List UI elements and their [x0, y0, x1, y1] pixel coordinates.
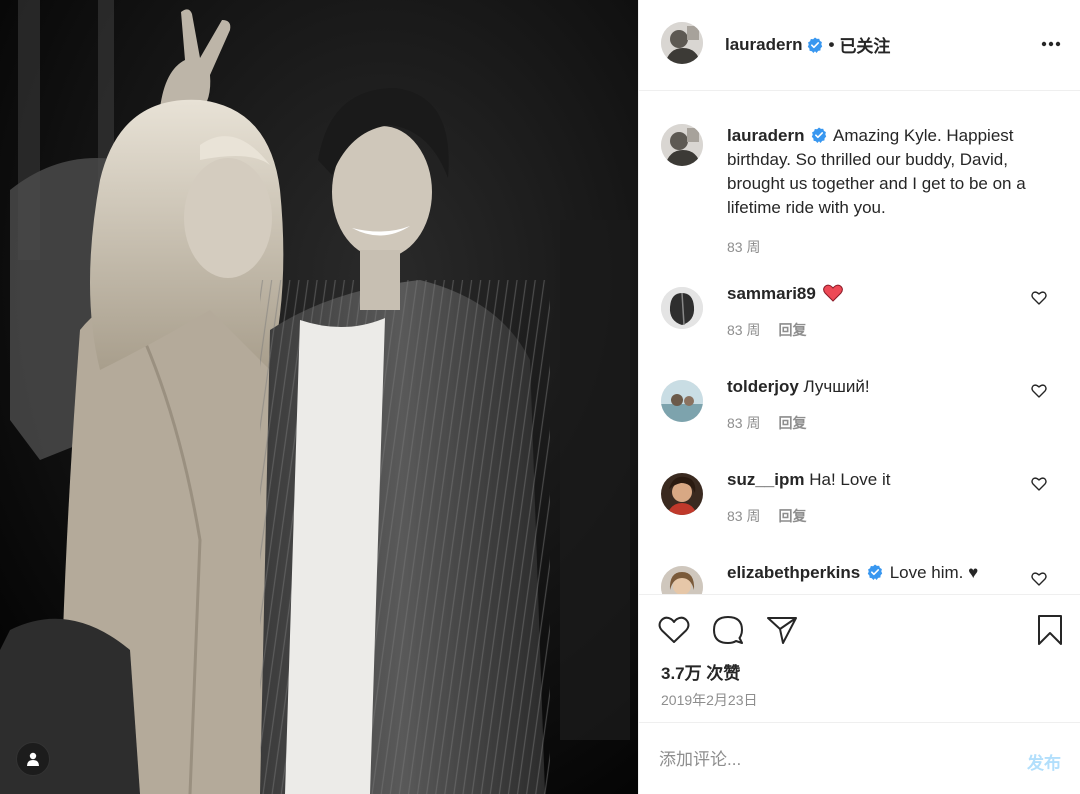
comment-item: suz__ipm Ha! Love it 83 周 回复 — [639, 468, 1080, 558]
avatar[interactable] — [661, 473, 703, 515]
comment-item: sammari89 83 周 回复 — [639, 282, 1080, 372]
following-button[interactable]: 已关注 — [839, 32, 890, 57]
comment-text: Ha! Love it — [809, 470, 891, 489]
likes-count[interactable]: 3.7万 次赞 — [661, 659, 740, 684]
comment-time[interactable]: 83 周 — [727, 320, 760, 340]
post-comment-button[interactable]: 发布 — [1027, 749, 1061, 774]
avatar-image — [661, 566, 703, 594]
avatar-image — [661, 22, 703, 64]
paper-plane-icon — [767, 617, 797, 644]
comment-body: elizabethperkins Love him. ♥ — [727, 561, 1047, 585]
post-date[interactable]: 2019年2月23日 — [661, 690, 758, 710]
speech-bubble-icon — [713, 616, 743, 644]
avatar[interactable] — [661, 124, 703, 166]
bookmark-icon — [1038, 615, 1062, 645]
reply-button[interactable]: 回复 — [778, 506, 806, 526]
like-comment-heart-icon[interactable] — [1031, 476, 1047, 492]
heart-icon — [658, 616, 690, 643]
like-comment-heart-icon[interactable] — [1031, 383, 1047, 399]
comment-username[interactable]: tolderjoy — [727, 377, 799, 396]
avatar-image — [661, 124, 703, 166]
verified-badge-icon — [808, 37, 823, 53]
comment-body: suz__ipm Ha! Love it — [727, 468, 1047, 492]
comment-button[interactable] — [711, 613, 745, 647]
comment-username[interactable]: suz__ipm — [727, 470, 804, 489]
caption-username[interactable]: lauradern — [727, 126, 804, 145]
caption-text-block: lauradern Amazing Kyle. Happiest birthda… — [727, 124, 1047, 220]
post-details-panel: lauradern • 已关注 lauradern Amazing Kyle. … — [638, 0, 1080, 794]
comment-meta: 83 周 回复 — [727, 413, 806, 433]
comment-body: sammari89 — [727, 282, 1047, 306]
avatar[interactable] — [661, 380, 703, 422]
separator-dot: • — [828, 34, 835, 54]
comment-username[interactable]: sammari89 — [727, 284, 816, 303]
comment-meta: 83 周 回复 — [727, 506, 806, 526]
avatar[interactable] — [661, 566, 703, 594]
comment-input[interactable] — [659, 743, 999, 777]
more-options-button[interactable] — [1039, 32, 1063, 56]
post-header: lauradern • 已关注 — [639, 0, 1080, 91]
share-button[interactable] — [765, 613, 799, 647]
comment-item: elizabethperkins Love him. ♥ — [639, 561, 1080, 594]
comment-text: Love him. ♥ — [889, 563, 979, 582]
red-heart-emoji-icon — [822, 284, 843, 302]
avatar-image — [661, 287, 703, 329]
comment-username[interactable]: elizabethperkins — [727, 563, 860, 582]
avatar[interactable] — [661, 287, 703, 329]
reply-button[interactable]: 回复 — [778, 413, 806, 433]
save-button[interactable] — [1033, 613, 1067, 647]
avatar-image — [661, 380, 703, 422]
caption: lauradern Amazing Kyle. Happiest birthda… — [639, 92, 1080, 277]
header-username[interactable]: lauradern — [725, 35, 802, 55]
person-icon — [27, 752, 39, 766]
reply-button[interactable]: 回复 — [778, 320, 806, 340]
caption-meta: 83 周 — [727, 237, 760, 257]
comment-time[interactable]: 83 周 — [727, 413, 760, 433]
like-comment-heart-icon[interactable] — [1031, 290, 1047, 306]
add-comment-bar: 发布 — [639, 722, 1080, 794]
comment-meta: 83 周 回复 — [727, 320, 806, 340]
post-actions: 3.7万 次赞 2019年2月23日 — [639, 594, 1080, 722]
comment-text: Лучший! — [803, 377, 870, 396]
avatar[interactable] — [661, 22, 703, 64]
user-tag-button[interactable] — [16, 742, 50, 776]
verified-badge-icon — [867, 564, 883, 580]
comment-body: tolderjoy Лучший! — [727, 375, 1047, 399]
avatar-image — [661, 473, 703, 515]
photo-image — [0, 0, 638, 794]
like-button[interactable] — [657, 613, 691, 647]
post-photo[interactable] — [0, 0, 638, 794]
like-comment-heart-icon[interactable] — [1031, 571, 1047, 587]
verified-badge-icon — [812, 127, 827, 143]
comment-time[interactable]: 83 周 — [727, 506, 760, 526]
comment-item: tolderjoy Лучший! 83 周 回复 — [639, 375, 1080, 465]
caption-time[interactable]: 83 周 — [727, 237, 760, 257]
comments-list[interactable]: lauradern Amazing Kyle. Happiest birthda… — [639, 92, 1080, 594]
ellipsis-icon — [1041, 41, 1061, 47]
